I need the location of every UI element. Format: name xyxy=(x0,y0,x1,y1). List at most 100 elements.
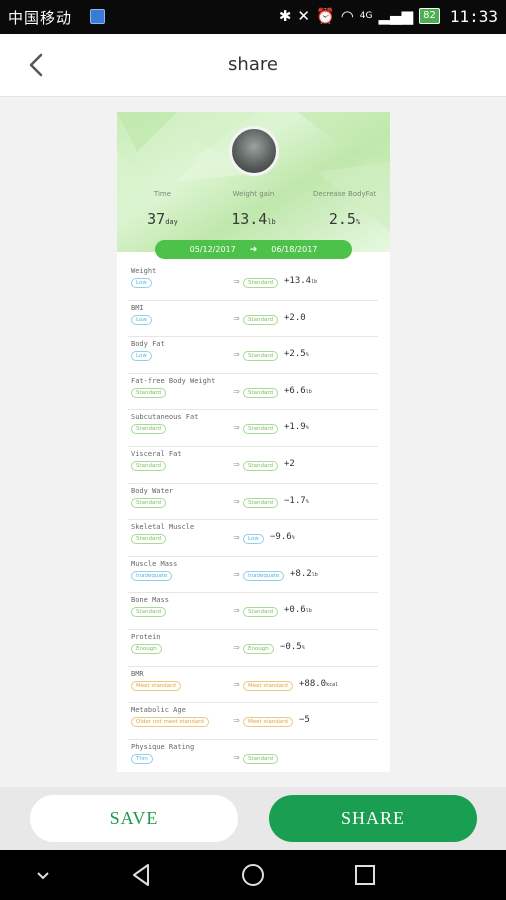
metric-row: Subcutaneous Fat Standard ⇒ Standard +1.9% xyxy=(128,410,378,447)
metric-row: Muscle Mass Inadequate ⇒ Inadequate +8.2lb xyxy=(128,557,378,594)
metric-name: Body Water xyxy=(131,486,174,495)
bluetooth-icon: ✱ xyxy=(278,7,292,25)
metric-row: BMR Meet standard ⇒ Meet standard +88.0kcal xyxy=(128,667,378,704)
metric-from-badge: Low xyxy=(131,351,152,362)
arrow-icon: ⇒ xyxy=(233,313,240,323)
metric-name: Subcutaneous Fat xyxy=(131,413,199,422)
arrow-icon: ⇒ xyxy=(233,569,240,579)
metric-row: Bone Mass Standard ⇒ Standard +0.6lb xyxy=(128,593,378,630)
network-type: 4G xyxy=(359,11,373,21)
alarm-icon: ⏰ xyxy=(316,7,335,25)
arrow-icon: ⇒ xyxy=(233,642,240,652)
metric-change: +2 xyxy=(284,458,295,469)
recents-square-icon[interactable] xyxy=(352,862,378,888)
mute-icon: ✕ xyxy=(297,7,310,25)
summary-labels: Time Weight gain Decrease BodyFat xyxy=(117,190,390,198)
metric-row: BMI Low ⇒ Standard +2.0 xyxy=(128,301,378,338)
metric-change: −0.5% xyxy=(280,641,305,652)
metric-to-badge: Standard xyxy=(243,753,279,764)
save-button[interactable]: SAVE xyxy=(30,795,238,842)
action-bar: SAVE SHARE xyxy=(0,787,506,850)
metric-from-badge: Meet standard xyxy=(131,680,181,691)
metric-row: Body Fat Low ⇒ Standard +2.5% xyxy=(128,337,378,374)
avatar xyxy=(229,126,279,176)
time-value: 37day xyxy=(147,210,178,228)
page-title: share xyxy=(228,54,278,75)
metric-name: Protein xyxy=(131,632,161,641)
arrow-icon: ⇒ xyxy=(233,716,240,726)
metric-row: Weight Low ⇒ Standard +13.4lb xyxy=(128,264,378,301)
weight-gain-label: Weight gain xyxy=(232,190,275,198)
arrow-icon: ⇒ xyxy=(233,423,240,433)
chevron-down-icon[interactable] xyxy=(30,862,56,888)
metric-from-badge: Standard xyxy=(131,460,167,471)
metric-row: Skeletal Muscle Standard ⇒ Low −9.6% xyxy=(128,520,378,557)
date-range-pill: 05/12/2017 ➜ 06/18/2017 xyxy=(155,240,352,259)
metric-from-badge: Standard xyxy=(131,607,167,618)
summary-values: 37day 13.4lb 2.5% xyxy=(117,210,390,228)
decrease-bodyfat-value: 2.5% xyxy=(328,210,361,228)
metric-change: +8.2lb xyxy=(290,568,318,579)
metric-change: +13.4lb xyxy=(284,276,318,286)
arrow-icon: ⇒ xyxy=(233,606,240,616)
metric-row: Physique Rating Thin ⇒ Standard xyxy=(128,740,378,772)
metric-name: Physique Rating xyxy=(131,742,195,751)
metrics-list: Weight Low ⇒ Standard +13.4lb BMI Low ⇒ Standard… xyxy=(128,264,378,772)
share-card: Time Weight gain Decrease BodyFat 37day … xyxy=(117,112,390,772)
back-triangle-icon[interactable] xyxy=(128,862,154,888)
metric-name: Visceral Fat xyxy=(131,449,182,458)
metric-row: Protein Enough ⇒ Enough −0.5% xyxy=(128,630,378,667)
metric-to-badge: Standard xyxy=(243,278,279,288)
metric-from-badge: Older not meet standard xyxy=(131,717,209,728)
arrow-icon: ⇒ xyxy=(233,496,240,506)
metric-from-badge: Standard xyxy=(131,534,167,545)
signal-icon: ▂▄▆ xyxy=(378,7,414,25)
range-start: 05/12/2017 xyxy=(189,245,236,254)
metric-row: Visceral Fat Standard ⇒ Standard +2 xyxy=(128,447,378,484)
carrier-name: 中国移动 xyxy=(8,9,73,27)
decrease-bodyfat-label: Decrease BodyFat xyxy=(312,190,377,198)
metric-from-badge: Thin xyxy=(131,753,153,764)
metric-change: +1.9% xyxy=(284,422,309,433)
metric-change: −9.6% xyxy=(270,532,295,543)
metric-name: Metabolic Age xyxy=(131,706,186,715)
metric-to-badge: Low xyxy=(243,534,264,545)
metric-name: Weight xyxy=(131,267,157,275)
metric-to-badge: Enough xyxy=(243,643,274,654)
metric-from-badge: Standard xyxy=(131,387,167,398)
metric-from-badge: Inadequate xyxy=(131,570,173,581)
metric-name: Fat-free Body Weight xyxy=(131,376,216,385)
share-button[interactable]: SHARE xyxy=(269,795,477,842)
app-notification-icon xyxy=(90,9,105,24)
arrow-icon: ⇒ xyxy=(233,752,240,762)
metric-to-badge: Inadequate xyxy=(243,570,285,581)
header-bar: share xyxy=(0,34,506,97)
arrow-icon: ⇒ xyxy=(233,350,240,360)
summary-panel: Time Weight gain Decrease BodyFat 37day … xyxy=(117,112,390,252)
metric-from-badge: Standard xyxy=(131,424,167,435)
metric-to-badge: Standard xyxy=(243,460,279,471)
metric-change: −5 xyxy=(299,715,310,726)
weight-gain-value: 13.4lb xyxy=(231,210,276,228)
system-nav-bar xyxy=(0,850,506,900)
metric-to-badge: Standard xyxy=(243,387,279,398)
metric-to-badge: Standard xyxy=(243,351,279,362)
arrow-icon: ⇒ xyxy=(233,459,240,469)
metric-from-badge: Enough xyxy=(131,643,162,654)
status-icons: ✱ ✕ ⏰ ◠ 4G ▂▄▆ 82 11:33 xyxy=(279,5,498,27)
metric-name: BMI xyxy=(131,303,144,312)
range-end: 06/18/2017 xyxy=(271,245,318,254)
metric-to-badge: Standard xyxy=(243,497,279,508)
metric-name: Muscle Mass xyxy=(131,559,178,568)
metric-row: Fat-free Body Weight Standard ⇒ Standard +6.… xyxy=(128,374,378,411)
arrow-icon: ⇒ xyxy=(233,679,240,689)
metric-to-badge: Standard xyxy=(243,607,279,618)
metric-change: −1.7% xyxy=(284,495,309,506)
status-bar: 中国移动 ✱ ✕ ⏰ ◠ 4G ▂▄▆ 82 11:33 xyxy=(0,0,506,34)
metric-name: Bone Mass xyxy=(131,596,169,605)
home-circle-icon[interactable] xyxy=(240,862,266,888)
metric-row: Metabolic Age Older not meet standard ⇒ Mee… xyxy=(128,703,378,740)
metric-change: +2.5% xyxy=(284,349,309,360)
metric-change: +2.0 xyxy=(284,312,306,323)
metric-to-badge: Meet standard xyxy=(243,680,293,691)
